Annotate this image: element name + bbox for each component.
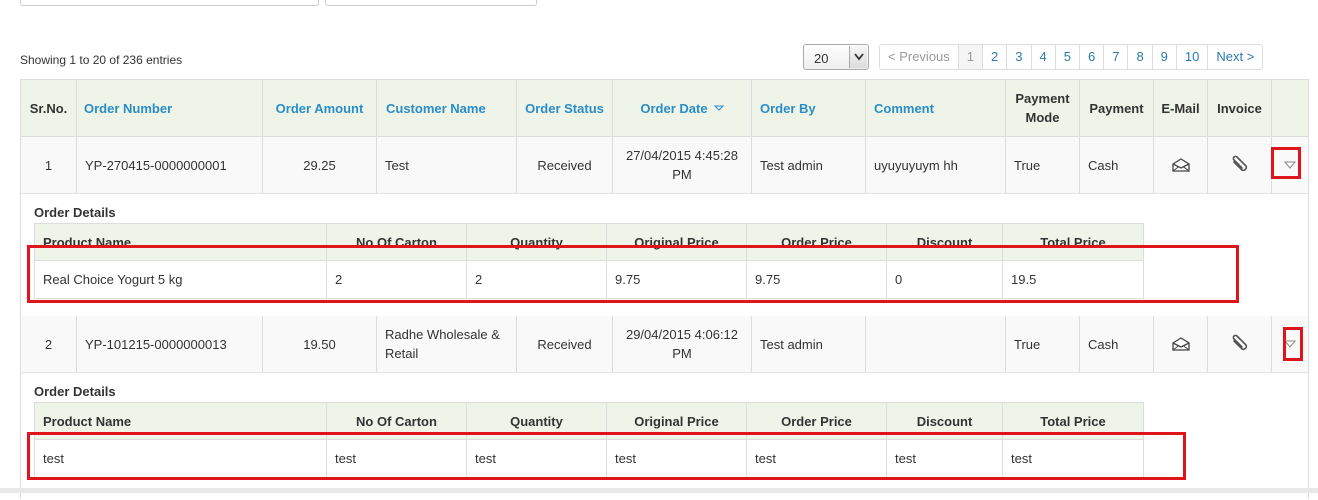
invoice-cell xyxy=(1208,137,1272,193)
col-sr-no: Sr.No. xyxy=(21,80,77,136)
row-order-status: Received xyxy=(517,137,613,193)
col-order-number[interactable]: Order Number xyxy=(77,80,263,136)
highlight-details-row-1 xyxy=(27,245,1239,303)
sort-down-icon xyxy=(713,105,724,111)
col-order-by[interactable]: Order By xyxy=(752,80,866,136)
paperclip-icon[interactable] xyxy=(1208,316,1271,372)
highlight-details-row-2 xyxy=(27,432,1186,480)
table-row: 2 YP-101215-0000000013 19.50 Radhe Whole… xyxy=(21,316,1308,373)
table-header: Sr.No. Order Number Order Amount Custome… xyxy=(21,80,1308,137)
row-customer-name: Test xyxy=(377,137,517,193)
horizontal-scrollbar[interactable] xyxy=(0,488,1318,493)
highlight-expand-toggle-1 xyxy=(1271,147,1301,179)
row-comment xyxy=(866,316,1006,372)
page-10-button[interactable]: 10 xyxy=(1175,44,1209,70)
row-payment: Cash xyxy=(1080,137,1154,193)
row-payment-mode: True xyxy=(1006,137,1080,193)
row-order-by: Test admin xyxy=(752,137,866,193)
row-sr-no: 2 xyxy=(21,316,77,372)
col-payment-mode: Payment Mode xyxy=(1006,80,1080,136)
page-1-button[interactable]: 1 xyxy=(957,44,984,70)
col-order-date-label: Order Date xyxy=(640,100,708,116)
previous-page-button[interactable]: < Previous xyxy=(879,44,959,70)
envelope-open-icon[interactable] xyxy=(1154,137,1207,193)
row-order-by: Test admin xyxy=(752,316,866,372)
page-size-value: 20 xyxy=(814,51,829,66)
order-details-title: Order Details xyxy=(34,384,116,399)
row-payment: Cash xyxy=(1080,316,1154,372)
col-order-date[interactable]: Order Date xyxy=(613,80,752,136)
table-row: 1 YP-270415-0000000001 29.25 Test Receiv… xyxy=(21,137,1308,194)
col-email: E-Mail xyxy=(1154,80,1208,136)
page-6-button[interactable]: 6 xyxy=(1078,44,1105,70)
top-filter-input-2[interactable] xyxy=(325,0,537,6)
col-customer-name[interactable]: Customer Name xyxy=(377,80,517,136)
page-9-button[interactable]: 9 xyxy=(1151,44,1177,70)
row-order-number: YP-270415-0000000001 xyxy=(77,137,263,193)
page-size-select[interactable]: 20 xyxy=(803,44,869,70)
row-sr-no: 1 xyxy=(21,137,77,193)
col-order-amount[interactable]: Order Amount xyxy=(263,80,377,136)
top-filter-input-1[interactable] xyxy=(20,0,319,6)
row-order-date: 29/04/2015 4:06:12 PM xyxy=(613,316,752,372)
order-details-title: Order Details xyxy=(34,205,116,220)
page-8-button[interactable]: 8 xyxy=(1127,44,1153,70)
chevron-down-icon xyxy=(849,46,867,68)
col-actions xyxy=(1272,80,1308,136)
next-page-button[interactable]: Next > xyxy=(1207,44,1264,70)
invoice-cell xyxy=(1208,316,1272,372)
pagination: < Previous 1 2 3 4 5 6 7 8 9 10 Next > xyxy=(879,44,1264,70)
row-payment-mode: True xyxy=(1006,316,1080,372)
page-3-button[interactable]: 3 xyxy=(1006,44,1032,70)
row-order-number: YP-101215-0000000013 xyxy=(77,316,263,372)
row-customer-name: Radhe Wholesale & Retail xyxy=(377,316,517,372)
highlight-expand-toggle-2 xyxy=(1283,327,1303,361)
page-7-button[interactable]: 7 xyxy=(1103,44,1129,70)
page-2-button[interactable]: 2 xyxy=(982,44,1008,70)
col-invoice: Invoice xyxy=(1208,80,1272,136)
paperclip-icon[interactable] xyxy=(1208,137,1271,193)
row-order-amount: 19.50 xyxy=(263,316,377,372)
row-comment: uyuyuyuym hh xyxy=(866,137,1006,193)
email-cell xyxy=(1154,316,1208,372)
page-4-button[interactable]: 4 xyxy=(1030,44,1056,70)
col-order-status[interactable]: Order Status xyxy=(517,80,613,136)
row-order-status: Received xyxy=(517,316,613,372)
col-comment[interactable]: Comment xyxy=(866,80,1006,136)
row-order-amount: 29.25 xyxy=(263,137,377,193)
entries-info: Showing 1 to 20 of 236 entries xyxy=(20,53,183,67)
page-5-button[interactable]: 5 xyxy=(1054,44,1080,70)
row-order-date: 27/04/2015 4:45:28 PM xyxy=(613,137,752,193)
envelope-open-icon[interactable] xyxy=(1154,316,1207,372)
col-payment: Payment xyxy=(1080,80,1154,136)
email-cell xyxy=(1154,137,1208,193)
